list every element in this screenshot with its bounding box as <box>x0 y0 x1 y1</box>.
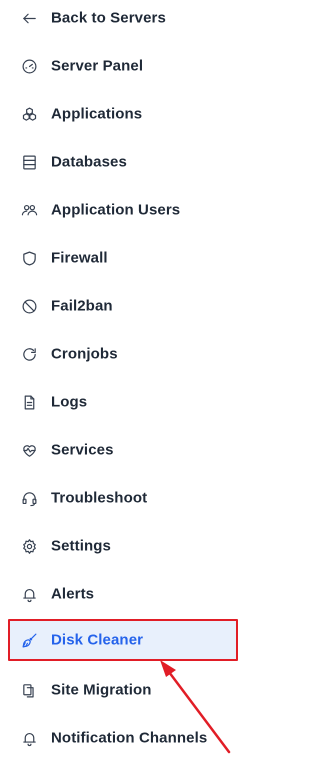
sidebar-item-label: Application Users <box>51 201 181 219</box>
sidebar-item-site-migration[interactable]: Site Migration <box>0 670 240 710</box>
sidebar-item-settings[interactable]: Settings <box>0 526 240 566</box>
sidebar-item-alerts[interactable]: Alerts <box>0 574 240 614</box>
back-to-servers-link[interactable]: Back to Servers <box>0 0 240 38</box>
sidebar-item-label: Site Migration <box>51 681 152 699</box>
ban-icon <box>20 297 38 315</box>
sidebar-item-notification-channels[interactable]: Notification Channels <box>0 718 240 758</box>
server-sidebar-nav: Back to Servers Server Panel Application… <box>0 0 246 758</box>
bell-icon <box>20 585 38 603</box>
sidebar-item-label: Troubleshoot <box>51 489 148 507</box>
sidebar-item-label: Alerts <box>51 585 95 603</box>
sidebar-item-label: Server Panel <box>51 57 144 75</box>
arrow-left-icon <box>20 9 38 27</box>
back-to-servers-label: Back to Servers <box>51 9 166 27</box>
cubes-icon <box>20 105 38 123</box>
sidebar-item-troubleshoot[interactable]: Troubleshoot <box>0 478 240 518</box>
sidebar-item-cronjobs[interactable]: Cronjobs <box>0 334 240 374</box>
sidebar-item-label: Databases <box>51 153 127 171</box>
headset-icon <box>20 489 38 507</box>
bell-icon <box>20 729 38 747</box>
gauge-icon <box>20 57 38 75</box>
sidebar-item-applications[interactable]: Applications <box>0 94 240 134</box>
sidebar-item-label: Cronjobs <box>51 345 118 363</box>
users-icon <box>20 201 38 219</box>
sidebar-item-disk-cleaner[interactable]: Disk Cleaner <box>8 619 238 661</box>
sidebar-item-label: Logs <box>51 393 88 411</box>
broom-icon <box>20 631 38 649</box>
sidebar-item-label: Firewall <box>51 249 108 267</box>
database-icon <box>20 153 38 171</box>
sidebar-item-label: Services <box>51 441 114 459</box>
heartbeat-icon <box>20 441 38 459</box>
gear-icon <box>20 537 38 555</box>
sidebar-item-fail2ban[interactable]: Fail2ban <box>0 286 240 326</box>
sidebar-item-firewall[interactable]: Firewall <box>0 238 240 278</box>
refresh-icon <box>20 345 38 363</box>
sidebar-item-server-panel[interactable]: Server Panel <box>0 46 240 86</box>
sidebar-item-label: Notification Channels <box>51 729 208 747</box>
sidebar-item-application-users[interactable]: Application Users <box>0 190 240 230</box>
sidebar-item-label: Disk Cleaner <box>51 631 144 649</box>
sidebar-item-label: Fail2ban <box>51 297 113 315</box>
sidebar-item-logs[interactable]: Logs <box>0 382 240 422</box>
sidebar-item-label: Applications <box>51 105 143 123</box>
sidebar-item-services[interactable]: Services <box>0 430 240 470</box>
copy-icon <box>20 681 38 699</box>
sidebar-item-databases[interactable]: Databases <box>0 142 240 182</box>
file-text-icon <box>20 393 38 411</box>
sidebar-item-label: Settings <box>51 537 111 555</box>
shield-icon <box>20 249 38 267</box>
